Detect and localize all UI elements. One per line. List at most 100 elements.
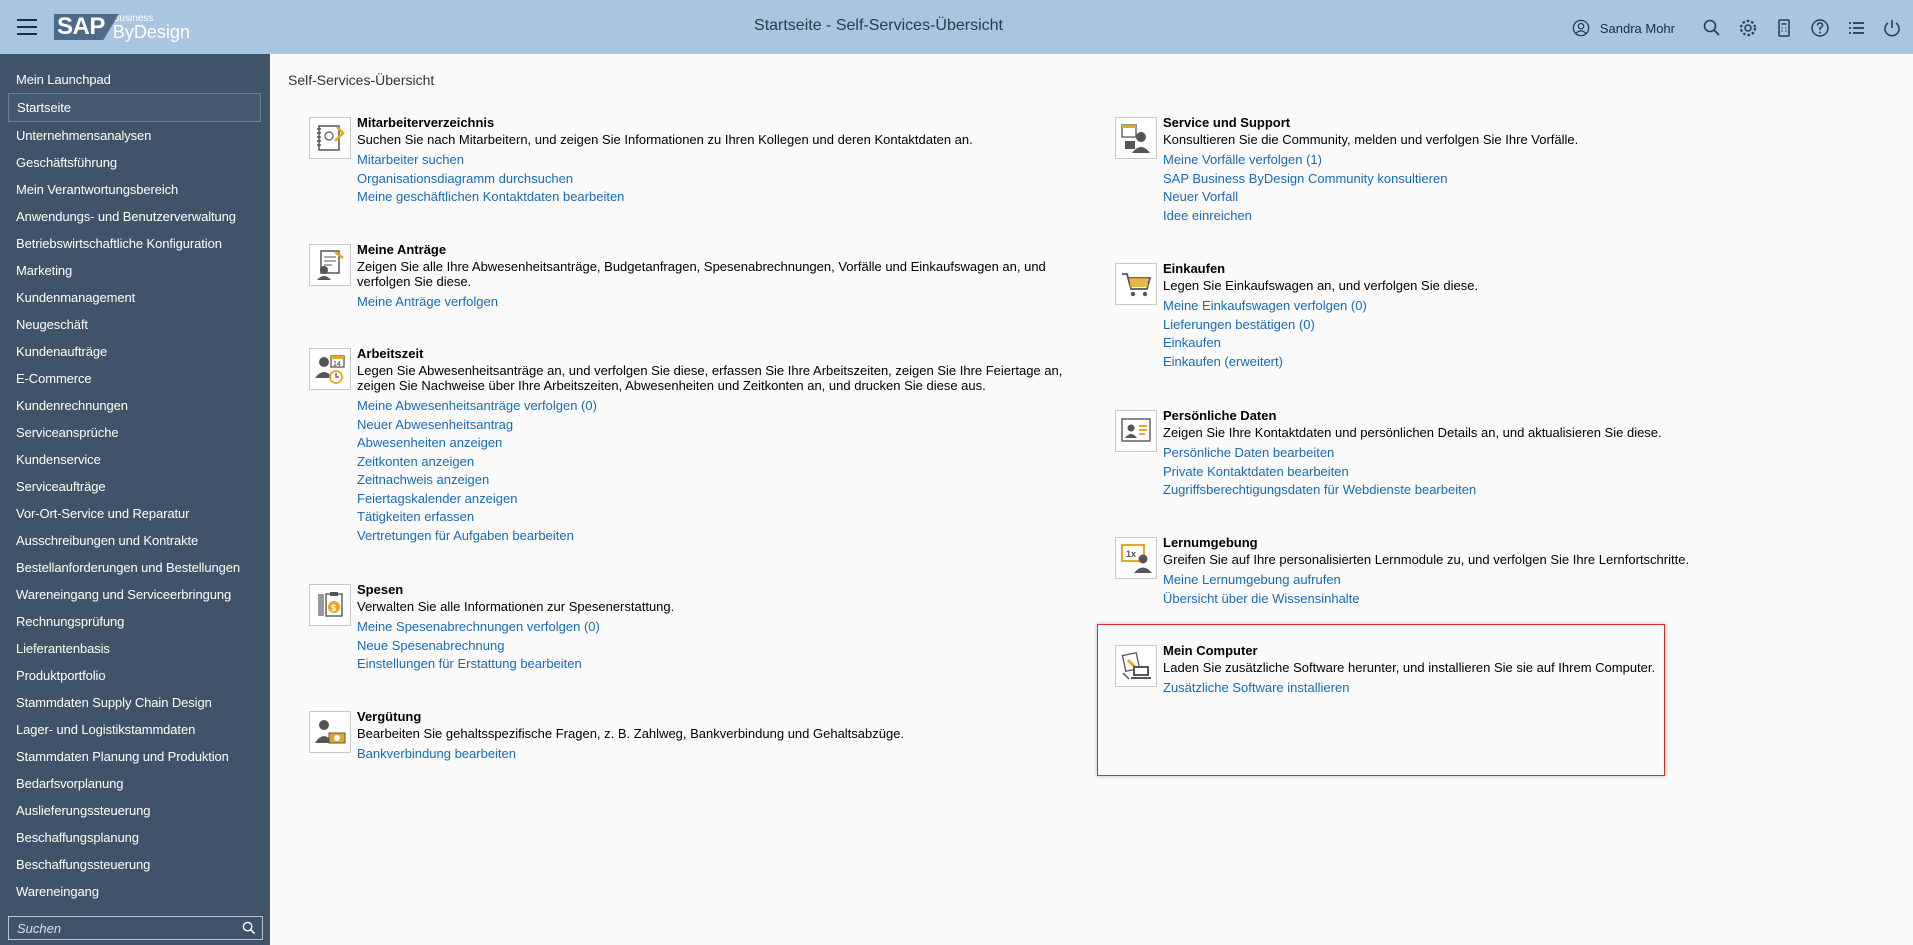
section-link[interactable]: Tätigkeiten erfassen bbox=[357, 508, 1097, 527]
section-description: Greifen Sie auf Ihre personalisierten Le… bbox=[1163, 552, 1690, 567]
section-link[interactable]: Einkaufen bbox=[1163, 334, 1723, 353]
sidebar-search bbox=[8, 916, 263, 940]
section-link[interactable]: Meine Vorfälle verfolgen (1) bbox=[1163, 151, 1723, 170]
sidebar-item[interactable]: E-Commerce bbox=[0, 365, 270, 392]
section-link[interactable]: Feiertagskalender anzeigen bbox=[357, 490, 1097, 509]
section-link[interactable]: Einkaufen (erweitert) bbox=[1163, 353, 1723, 372]
section-description: Zeigen Sie Ihre Kontaktdaten und persönl… bbox=[1163, 425, 1662, 440]
sidebar-item[interactable]: Stammdaten Supply Chain Design bbox=[0, 689, 270, 716]
sidebar-item[interactable]: Beschaffungssteuerung bbox=[0, 851, 270, 878]
page-title: Startseite - Self-Services-Übersicht bbox=[754, 17, 1003, 34]
sidebar: Mein Launchpad Startseite Unternehmensanal… bbox=[0, 54, 270, 945]
section-link[interactable]: Meine Abwesenheitsanträge verfolgen (0) bbox=[357, 397, 1097, 416]
help-icon[interactable] bbox=[1809, 17, 1831, 39]
section-link[interactable]: SAP Business ByDesign Community konsulti… bbox=[1163, 170, 1723, 189]
section-link[interactable]: Abwesenheiten anzeigen bbox=[357, 434, 1097, 453]
section-link[interactable]: Neuer Abwesenheitsantrag bbox=[357, 416, 1097, 435]
sidebar-item[interactable]: Geschäftsführung bbox=[0, 149, 270, 176]
sidebar-item[interactable]: Serviceansprüche bbox=[0, 419, 270, 446]
main-content: Self-Services-Übersicht Mitarbeiterverze… bbox=[270, 54, 1913, 945]
user-name[interactable]: Sandra Mohr bbox=[1600, 21, 1675, 36]
section-description: Verwalten Sie alle Informationen zur Spe… bbox=[357, 599, 675, 614]
list-icon[interactable] bbox=[1845, 17, 1867, 39]
sidebar-item[interactable]: Mein Verantwortungsbereich bbox=[0, 176, 270, 203]
sidebar-item[interactable]: Wareneingang und Serviceerbringung bbox=[0, 581, 270, 608]
section-link[interactable]: Neue Spesenabrechnung bbox=[357, 637, 1097, 656]
sidebar-item[interactable]: Kundenaufträge bbox=[0, 338, 270, 365]
sidebar-item[interactable]: Wareneingang bbox=[0, 878, 270, 905]
section-link[interactable]: Übersicht über die Wissensinhalte bbox=[1163, 590, 1723, 609]
section-link[interactable]: Vertretungen für Aufgaben bearbeiten bbox=[357, 527, 1097, 546]
section-title: Persönliche Daten bbox=[1163, 408, 1277, 423]
sidebar-item[interactable]: Stammdaten Planung und Produktion bbox=[0, 743, 270, 770]
search-icon[interactable] bbox=[236, 917, 262, 939]
calculator-icon[interactable] bbox=[1773, 17, 1795, 39]
section-link[interactable]: Meine Einkaufswagen verfolgen (0) bbox=[1163, 297, 1723, 316]
power-icon[interactable] bbox=[1881, 17, 1903, 39]
sidebar-item[interactable]: Ausschreibungen und Kontrakte bbox=[0, 527, 270, 554]
section-description: Konsultieren Sie die Community, melden u… bbox=[1163, 132, 1579, 147]
sidebar-item[interactable]: Neugeschäft bbox=[0, 311, 270, 338]
sidebar-item[interactable]: Bestellanforderungen und Bestellungen bbox=[0, 554, 270, 581]
sidebar-nav: Mein Launchpad Startseite Unternehmensanal… bbox=[0, 54, 270, 905]
section-link[interactable]: Meine Spesenabrechnungen verfolgen (0) bbox=[357, 618, 1097, 637]
section-title: Service und Support bbox=[1163, 115, 1291, 130]
section-link[interactable]: Idee einreichen bbox=[1163, 207, 1723, 226]
gear-icon[interactable] bbox=[1737, 17, 1759, 39]
section-link[interactable]: Zugriffsberechtigungsdaten für Webdienst… bbox=[1163, 481, 1723, 500]
sidebar-item[interactable]: Mein Launchpad bbox=[0, 66, 270, 93]
section-title: Mein Computer bbox=[1163, 643, 1258, 658]
section-link[interactable]: Neuer Vorfall bbox=[1163, 188, 1723, 207]
section-description: Suchen Sie nach Mitarbeitern, und zeigen… bbox=[357, 132, 973, 147]
sidebar-item[interactable]: Lager- und Logistikstammdaten bbox=[0, 716, 270, 743]
section-link[interactable]: Zeitnachweis anzeigen bbox=[357, 471, 1097, 490]
section-link[interactable]: Lieferungen bestätigen (0) bbox=[1163, 316, 1723, 335]
section-link[interactable]: Mitarbeiter suchen bbox=[357, 151, 1097, 170]
section-link[interactable]: Meine Anträge verfolgen bbox=[357, 293, 1097, 312]
sidebar-item[interactable]: Betriebswirtschaftliche Konfiguration bbox=[0, 230, 270, 257]
sidebar-item[interactable]: Vor-Ort-Service und Reparatur bbox=[0, 500, 270, 527]
section-link[interactable]: Meine geschäftlichen Kontaktdaten bearbe… bbox=[357, 188, 1097, 207]
section-link[interactable]: Bankverbindung bearbeiten bbox=[357, 745, 1097, 764]
svg-text:1x: 1x bbox=[1126, 549, 1136, 559]
sidebar-item[interactable]: Kundenmanagement bbox=[0, 284, 270, 311]
sidebar-item[interactable]: Lieferantenbasis bbox=[0, 635, 270, 662]
section-description: Zeigen Sie alle Ihre Abwesenheitsanträge… bbox=[357, 259, 1046, 289]
section-link[interactable]: Organisationsdiagramm durchsuchen bbox=[357, 170, 1097, 189]
sidebar-item[interactable]: Beschaffungsplanung bbox=[0, 824, 270, 851]
sidebar-item[interactable]: Kundenservice bbox=[0, 446, 270, 473]
section-title: Meine Anträge bbox=[357, 242, 447, 257]
section-description: Bearbeiten Sie gehaltsspezifische Fragen… bbox=[357, 726, 905, 741]
search-input[interactable] bbox=[9, 917, 236, 939]
sidebar-item[interactable]: Startseite bbox=[8, 93, 261, 122]
section-link[interactable]: Private Kontaktdaten bearbeiten bbox=[1163, 463, 1723, 482]
sidebar-item[interactable]: Auslieferungssteuerung bbox=[0, 797, 270, 824]
sidebar-item[interactable]: Marketing bbox=[0, 257, 270, 284]
section-link[interactable]: Einstellungen für Erstattung bearbeiten bbox=[357, 655, 1097, 674]
user-icon[interactable] bbox=[1572, 19, 1590, 37]
search-icon[interactable] bbox=[1701, 17, 1723, 39]
computer-icon bbox=[1115, 645, 1157, 687]
sidebar-item[interactable]: Anwendungs- und Benutzerverwaltung bbox=[0, 203, 270, 230]
section-title: Vergütung bbox=[357, 709, 422, 724]
expenses-icon: $ bbox=[309, 584, 351, 626]
sidebar-item[interactable]: Rechnungsprüfung bbox=[0, 608, 270, 635]
section-description: Legen Sie Einkaufswagen an, und verfolge… bbox=[1163, 278, 1479, 293]
section-link[interactable]: Zusätzliche Software installieren bbox=[1163, 679, 1723, 698]
sidebar-item[interactable]: Serviceaufträge bbox=[0, 473, 270, 500]
shopping-icon bbox=[1115, 263, 1157, 305]
sidebar-item[interactable]: Bedarfsvorplanung bbox=[0, 770, 270, 797]
section-link[interactable]: Persönliche Daten bearbeiten bbox=[1163, 444, 1723, 463]
section-link[interactable]: Zeitkonten anzeigen bbox=[357, 453, 1097, 472]
service-support-icon bbox=[1115, 117, 1157, 159]
shell-header: SAP Business ByDesign Startseite - Self-… bbox=[0, 0, 1913, 54]
section-title: Mitarbeiterverzeichnis bbox=[357, 115, 495, 130]
svg-text:14: 14 bbox=[333, 361, 341, 368]
learning-icon: 1x bbox=[1115, 537, 1157, 579]
section-link[interactable]: Meine Lernumgebung aufrufen bbox=[1163, 571, 1723, 590]
section-description: Laden Sie zusätzliche Software herunter,… bbox=[1163, 660, 1656, 675]
employee-directory-icon bbox=[309, 117, 351, 159]
sidebar-item[interactable]: Produktportfolio bbox=[0, 662, 270, 689]
sidebar-item[interactable]: Kundenrechnungen bbox=[0, 392, 270, 419]
sidebar-item[interactable]: Unternehmensanalysen bbox=[0, 122, 270, 149]
